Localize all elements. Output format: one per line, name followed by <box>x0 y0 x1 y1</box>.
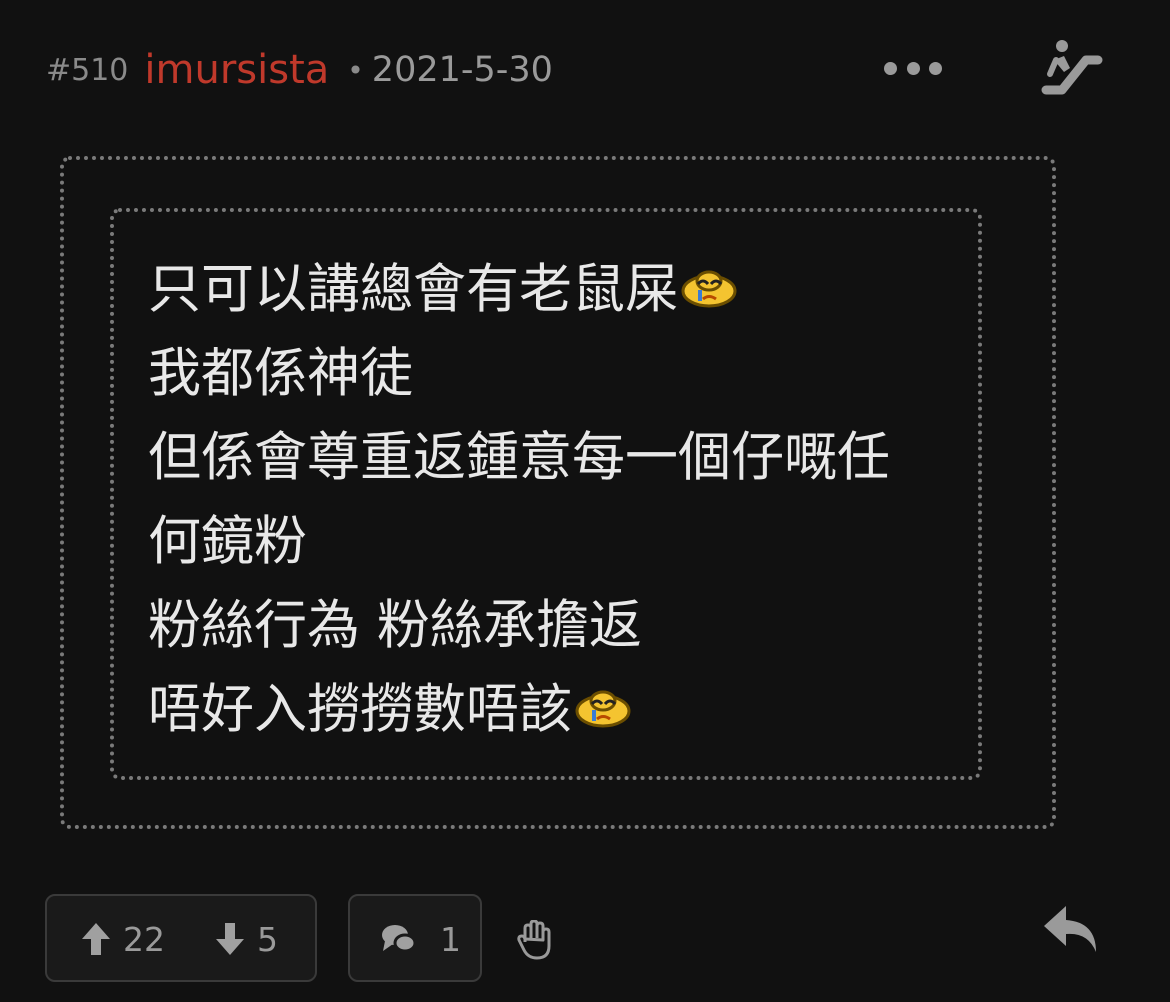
comment-inner: 1 <box>380 916 461 962</box>
vote-box: 22 5 <box>45 894 317 982</box>
comment-button[interactable]: 1 <box>348 894 482 982</box>
quote-line: 唔好入撈撈數唔該 <box>148 668 968 752</box>
quote-line: 何鏡粉 <box>148 511 307 572</box>
quote-line: 但係會尊重返鍾意每一個仔嘅任 <box>148 427 890 488</box>
post-card: #510 imursista • 2021-5-30 只可以講總會有老鼠屎 我都 <box>0 0 1170 1002</box>
reply-arrow-icon[interactable] <box>1042 904 1100 956</box>
downvote-button[interactable]: 5 <box>215 916 278 962</box>
post-date: 2021-5-30 <box>371 50 553 90</box>
crying-face-emoji-icon <box>575 690 631 728</box>
post-number[interactable]: #510 <box>46 53 128 88</box>
arrow-up-icon <box>82 923 110 955</box>
more-dots-icon[interactable] <box>884 56 942 80</box>
speech-bubble-icon <box>382 925 416 953</box>
comment-count: 1 <box>440 919 461 959</box>
crying-face-emoji-icon <box>681 270 737 308</box>
username-link[interactable]: imursista <box>144 47 329 93</box>
upvote-button[interactable]: 22 <box>81 916 165 962</box>
quote-line: 只可以講總會有老鼠屎 <box>148 248 968 332</box>
quote-line: 粉絲行為 粉絲承擔返 <box>148 595 642 656</box>
quote-content: 只可以講總會有老鼠屎 我都係神徒 但係會尊重返鍾意每一個仔嘅任 何鏡粉 粉絲行為… <box>148 248 968 752</box>
hand-icon[interactable] <box>516 920 552 960</box>
separator-dot: • <box>347 53 364 87</box>
arrow-down-icon <box>216 923 244 955</box>
post-header: #510 imursista • 2021-5-30 <box>46 44 553 96</box>
upvote-count: 22 <box>123 919 165 959</box>
downvote-count: 5 <box>257 919 278 959</box>
escalator-icon[interactable] <box>1040 36 1106 96</box>
quote-line: 我都係神徒 <box>148 343 413 404</box>
